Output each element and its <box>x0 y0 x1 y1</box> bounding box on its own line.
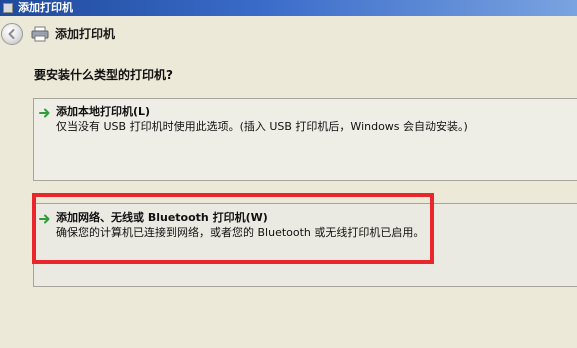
option-title: 添加网络、无线或 Bluetooth 打印机(W) <box>56 211 268 224</box>
add-network-printer-option[interactable]: 添加网络、无线或 Bluetooth 打印机(W) 确保您的计算机已连接到网络，… <box>33 203 577 287</box>
green-arrow-icon <box>39 214 50 224</box>
printer-icon <box>31 26 49 42</box>
wizard-title: 添加打印机 <box>55 27 116 41</box>
back-arrow-icon <box>8 29 15 39</box>
option-description: 仅当没有 USB 打印机时使用此选项。(插入 USB 打印机后，Windows … <box>56 120 468 133</box>
add-local-printer-option[interactable]: 添加本地打印机(L) 仅当没有 USB 打印机时使用此选项。(插入 USB 打印… <box>33 98 577 181</box>
option-description: 确保您的计算机已连接到网络，或者您的 Bluetooth 或无线打印机已启用。 <box>56 226 425 239</box>
printer-window-icon <box>3 3 13 13</box>
option-title: 添加本地打印机(L) <box>56 105 151 118</box>
window-titlebar[interactable]: 添加打印机 <box>0 0 577 16</box>
window-title: 添加打印机 <box>18 1 73 14</box>
green-arrow-icon <box>39 108 50 118</box>
page-question: 要安装什么类型的打印机? <box>34 68 173 82</box>
wizard-header: 添加打印机 <box>0 16 577 52</box>
back-button[interactable] <box>1 23 23 45</box>
